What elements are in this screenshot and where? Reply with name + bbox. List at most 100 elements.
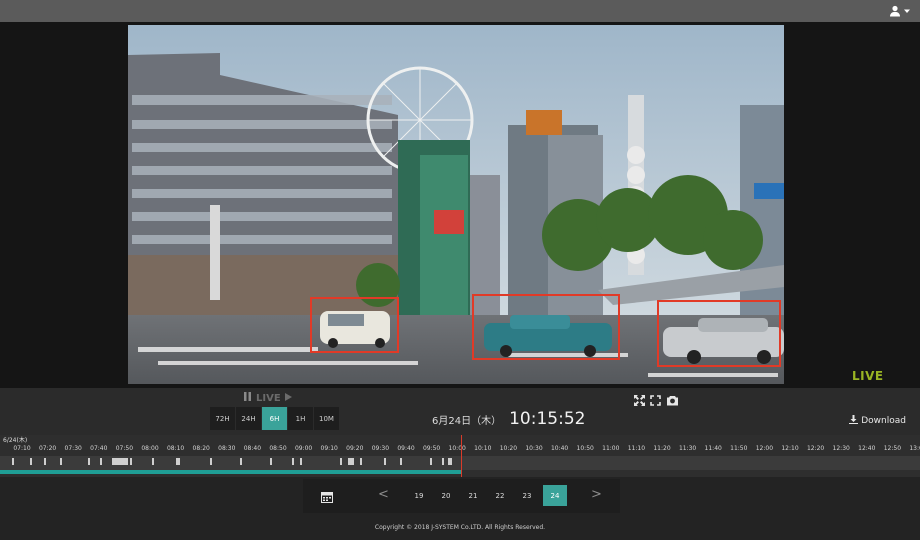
day-19[interactable]: 19 (407, 485, 431, 506)
timeline-hour-label: 10:30 (525, 445, 543, 452)
timeline-hour-label: 08:30 (218, 445, 236, 452)
recording-segment (384, 458, 386, 465)
timeline-hour-label: 12:40 (858, 445, 876, 452)
timeline-hour-label: 13:00 (909, 445, 920, 452)
view-tools (634, 391, 679, 410)
date-navigator: < 19 20 21 22 23 24 > (303, 479, 620, 513)
prev-day-button[interactable]: < (378, 487, 389, 502)
timeline-hour-label: 12:30 (832, 445, 850, 452)
timeline-date: 6/24(木) (3, 437, 28, 444)
chevron-down-icon (904, 8, 910, 14)
recording-segment (400, 458, 402, 465)
playback-controls: LIVE 72H 24H 6H 1H 10M 6月24日（木） 10:15:52… (0, 388, 920, 435)
recording-segment (348, 458, 354, 465)
timeline-hour-label: 10:10 (474, 445, 492, 452)
user-icon (889, 5, 901, 17)
range-1h[interactable]: 1H (288, 407, 314, 430)
camera-feed[interactable] (128, 25, 784, 384)
recording-segment (60, 458, 62, 465)
timeline-hour-label: 07:10 (13, 445, 31, 452)
timeline-hour-label: 08:10 (166, 445, 185, 452)
download-icon (849, 415, 859, 427)
timeline-playhead[interactable] (461, 435, 462, 477)
recording-segment (442, 458, 444, 465)
range-72h[interactable]: 72H (210, 407, 236, 430)
footer-copyright: Copyright © 2018 J-SYSTEM Co.LTD. All Ri… (0, 520, 920, 540)
timeline-hour-label: 07:30 (64, 445, 82, 452)
video-viewer: LIVE (0, 22, 920, 388)
timeline-hour-label: 10:40 (550, 445, 569, 452)
recording-segment (292, 458, 294, 465)
timeline[interactable]: 6/24(木) 07:10 07:20 07:30 07:40 07:50 08:00 08… (0, 435, 920, 477)
live-badge: LIVE (852, 369, 884, 383)
current-date: 6月24日（木） (432, 416, 502, 427)
timeline-progress-bar (0, 470, 462, 474)
timeline-hour-label: 11:20 (653, 445, 671, 452)
timeline-hour-label: 11:50 (730, 445, 748, 452)
timeline-hour-label: 10:20 (499, 445, 518, 452)
day-20[interactable]: 20 (434, 485, 458, 506)
fullscreen-icon[interactable] (650, 391, 661, 410)
pause-icon (243, 392, 252, 404)
timeline-hour-label: 09:30 (371, 445, 390, 452)
timeline-recording-track[interactable] (0, 456, 920, 470)
day-21[interactable]: 21 (461, 485, 485, 506)
current-time: 10:15:52 (509, 409, 586, 429)
detection-box-3 (657, 300, 781, 367)
recording-segment (100, 458, 102, 465)
timeline-hour-label: 11:10 (627, 445, 646, 452)
recording-segment (112, 458, 128, 465)
recording-segment (210, 458, 212, 465)
recording-segment (448, 458, 452, 465)
recording-segment (44, 458, 46, 465)
day-23[interactable]: 23 (515, 485, 539, 506)
range-6h[interactable]: 6H (262, 407, 288, 430)
timeline-hour-label: 08:40 (243, 445, 262, 452)
recording-segment (430, 458, 432, 465)
detection-box-2 (472, 294, 620, 360)
recording-segment (240, 458, 242, 465)
camera-snapshot-icon[interactable] (666, 391, 679, 410)
timeline-hour-label: 09:50 (422, 445, 441, 452)
recording-segment (340, 458, 342, 465)
range-24h[interactable]: 24H (236, 407, 262, 430)
recording-segment (178, 458, 180, 465)
timeline-hour-label: 12:20 (806, 445, 825, 452)
recording-segment (30, 458, 32, 465)
timeline-hour-label: 07:20 (38, 445, 57, 452)
recording-segment (360, 458, 362, 465)
timeline-hour-label: 12:50 (883, 445, 902, 452)
download-button[interactable]: Download (849, 415, 906, 427)
range-10m[interactable]: 10M (314, 407, 340, 430)
timeline-hour-label: 09:20 (346, 445, 364, 452)
timeline-hour-label: 08:00 (141, 445, 159, 452)
recording-segment (12, 458, 14, 465)
timeline-hour-label: 07:40 (90, 445, 108, 452)
live-toggle[interactable]: LIVE (243, 392, 292, 404)
expand-icon[interactable] (634, 391, 645, 410)
timeline-hour-label: 08:20 (192, 445, 210, 452)
play-icon (284, 392, 292, 404)
timeline-hour-label: 09:10 (320, 445, 338, 452)
day-22[interactable]: 22 (488, 485, 512, 506)
timeline-hour-labels: 07:10 07:20 07:30 07:40 07:50 08:00 08:10 08:20… (0, 445, 920, 455)
calendar-icon[interactable] (321, 488, 333, 507)
timeline-hour-label: 07:50 (115, 445, 134, 452)
recording-segment (88, 458, 90, 465)
day-24[interactable]: 24 (543, 485, 567, 506)
user-menu[interactable] (889, 3, 910, 19)
timeline-hour-label: 11:40 (704, 445, 722, 452)
recording-segment (270, 458, 272, 465)
timeline-hour-label: 09:00 (294, 445, 313, 452)
timeline-hour-label: 08:50 (269, 445, 287, 452)
time-range-selector: 72H 24H 6H 1H 10M (210, 407, 340, 430)
timeline-hour-label: 10:00 (448, 445, 466, 452)
top-bar (0, 0, 920, 22)
timeline-hour-label: 12:10 (781, 445, 799, 452)
detection-box-1 (310, 297, 399, 353)
timeline-hour-label: 12:00 (755, 445, 774, 452)
timeline-hour-label: 09:40 (397, 445, 415, 452)
next-day-button[interactable]: > (591, 487, 602, 502)
live-toggle-label: LIVE (256, 392, 281, 404)
timeline-hour-label: 10:50 (576, 445, 594, 452)
